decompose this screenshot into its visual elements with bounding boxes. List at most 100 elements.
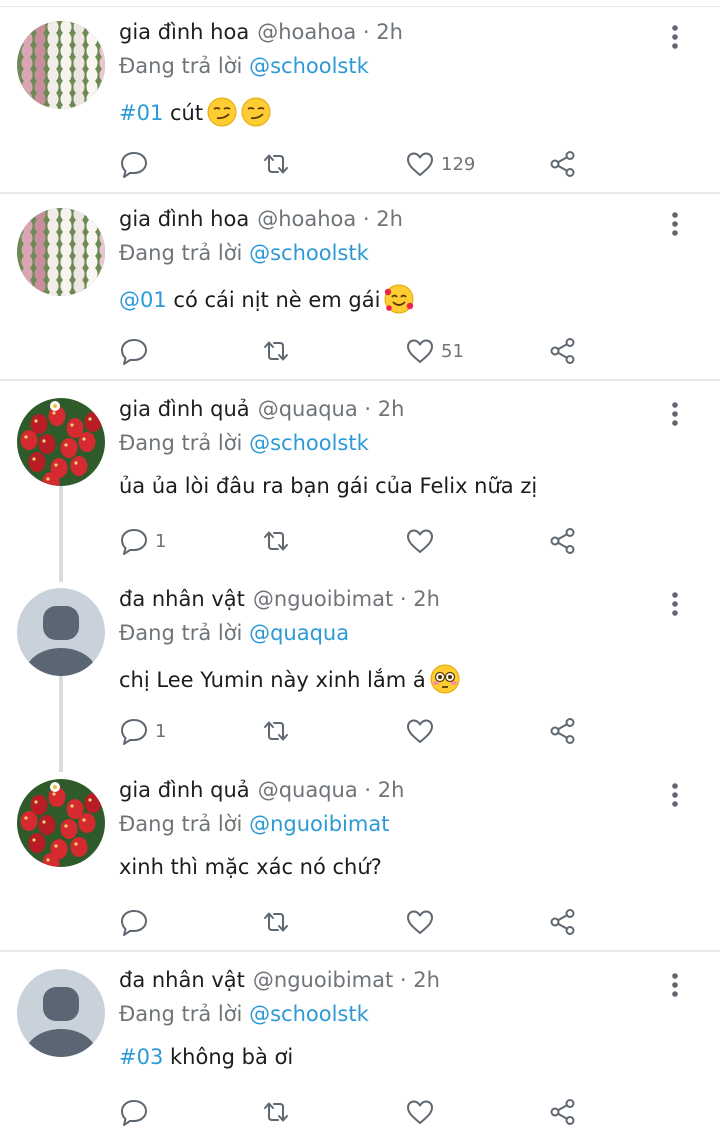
tweet-text: ủa ủa lòi đâu ra bạn gái của Felix nữa z…	[119, 474, 537, 498]
like-button[interactable]	[405, 524, 435, 558]
tweet-divider	[0, 950, 720, 952]
replying-to-handle-link[interactable]: @quaqua	[249, 621, 349, 645]
tweet-text: @01 có cái nịt nè em gái	[119, 284, 414, 314]
tweet-text: chị Lee Yumin này xinh lắm á	[119, 664, 460, 694]
avatar[interactable]	[17, 398, 105, 486]
reply-button[interactable]	[119, 147, 149, 181]
like-icon	[405, 526, 435, 556]
reply-icon	[119, 336, 149, 366]
author-name[interactable]: gia đình hoa	[119, 207, 249, 231]
author-name[interactable]: gia đình hoa	[119, 20, 249, 44]
smirk-emoji	[207, 97, 237, 127]
reply-button[interactable]	[119, 334, 149, 368]
more-options-icon[interactable]	[665, 780, 685, 810]
replying-to: Đang trả lời @schoolstk	[119, 1002, 369, 1026]
hashtag-link[interactable]: #03	[119, 1045, 163, 1069]
reply-button[interactable]: 1	[119, 714, 166, 748]
share-button[interactable]	[548, 714, 578, 748]
share-icon	[548, 907, 578, 937]
tweet-text-content: có cái nịt nè em gái	[166, 288, 381, 312]
tweet-text: #03 không bà ơi	[119, 1045, 293, 1069]
author-name[interactable]: đa nhân vật	[119, 587, 245, 611]
tweet-text-content: cút	[163, 101, 204, 125]
retweet-button[interactable]	[261, 905, 291, 939]
share-button[interactable]	[548, 147, 578, 181]
replying-to: Đang trả lời @schoolstk	[119, 54, 369, 78]
flushed-face-emoji	[430, 664, 460, 694]
share-button[interactable]	[548, 1095, 578, 1129]
tweet-header: đa nhân vật @nguoibimat · 2h	[119, 587, 440, 611]
replying-to-handle-link[interactable]: @schoolstk	[249, 431, 369, 455]
hashtag-link[interactable]: @01	[119, 288, 167, 312]
replying-to: Đang trả lời @schoolstk	[119, 431, 369, 455]
avatar[interactable]	[17, 779, 105, 867]
author-handle-time: @hoahoa · 2h	[257, 207, 403, 231]
reply-feed: gia đình hoa @hoahoa · 2h Đang trả lời @sc…	[0, 0, 720, 1133]
tweet-header: gia đình hoa @hoahoa · 2h	[119, 207, 403, 231]
author-handle-time: @hoahoa · 2h	[257, 20, 403, 44]
tweet-divider	[0, 192, 720, 194]
like-count: 129	[441, 153, 476, 175]
retweet-icon	[261, 149, 291, 179]
avatar[interactable]	[17, 208, 105, 296]
retweet-button[interactable]	[261, 147, 291, 181]
author-name[interactable]: gia đình quả	[119, 778, 250, 802]
more-options-icon[interactable]	[665, 22, 685, 52]
tweet-text-content: xinh thì mặc xác nó chứ?	[119, 855, 382, 879]
hashtag-link[interactable]: #01	[119, 101, 163, 125]
like-button[interactable]	[405, 905, 435, 939]
more-options-icon[interactable]	[665, 589, 685, 619]
tweet: gia đình hoa @hoahoa · 2h Đang trả lời @sc…	[0, 18, 720, 188]
author-name[interactable]: đa nhân vật	[119, 968, 245, 992]
tweet-divider	[0, 379, 720, 381]
tweet: đa nhân vật @nguoibimat · 2h Đang trả lời …	[0, 966, 720, 1136]
like-icon	[405, 336, 435, 366]
reply-button[interactable]: 1	[119, 524, 166, 558]
author-handle-time: @quaqua · 2h	[257, 778, 405, 802]
retweet-button[interactable]	[261, 714, 291, 748]
tweet-header: gia đình hoa @hoahoa · 2h	[119, 20, 403, 44]
reply-count: 1	[155, 530, 167, 552]
share-button[interactable]	[548, 905, 578, 939]
share-icon	[548, 336, 578, 366]
replying-to-handle-link[interactable]: @schoolstk	[249, 1002, 369, 1026]
tweet-text-content: chị Lee Yumin này xinh lắm á	[119, 668, 426, 692]
share-icon	[548, 149, 578, 179]
author-name[interactable]: gia đình quả	[119, 397, 250, 421]
avatar[interactable]	[17, 969, 105, 1057]
avatar[interactable]	[17, 21, 105, 109]
retweet-button[interactable]	[261, 1095, 291, 1129]
retweet-icon	[261, 336, 291, 366]
reply-icon	[119, 149, 149, 179]
retweet-icon	[261, 907, 291, 937]
share-button[interactable]	[548, 524, 578, 558]
tweet-header: đa nhân vật @nguoibimat · 2h	[119, 968, 440, 992]
tweet-text: xinh thì mặc xác nó chứ?	[119, 855, 382, 879]
share-icon	[548, 1097, 578, 1127]
reply-button[interactable]	[119, 1095, 149, 1129]
replying-to-handle-link[interactable]: @schoolstk	[249, 241, 369, 265]
share-button[interactable]	[548, 334, 578, 368]
like-icon	[405, 1097, 435, 1127]
replying-to: Đang trả lời @schoolstk	[119, 241, 369, 265]
like-button[interactable]: 129	[405, 147, 475, 181]
replying-to-label: Đang trả lời	[119, 621, 243, 645]
replying-to-handle-link[interactable]: @nguoibimat	[249, 812, 389, 836]
reply-button[interactable]	[119, 905, 149, 939]
reply-icon	[119, 716, 149, 746]
reply-icon	[119, 526, 149, 556]
top-divider	[0, 6, 720, 7]
like-button[interactable]	[405, 1095, 435, 1129]
retweet-button[interactable]	[261, 334, 291, 368]
more-options-icon[interactable]	[665, 970, 685, 1000]
more-options-icon[interactable]	[665, 209, 685, 239]
retweet-button[interactable]	[261, 524, 291, 558]
like-button[interactable]: 51	[405, 334, 464, 368]
replying-to-handle-link[interactable]: @schoolstk	[249, 54, 369, 78]
tweet: gia đình quả @quaqua · 2h Đang trả lời @sc…	[0, 395, 720, 565]
like-button[interactable]	[405, 714, 435, 748]
avatar[interactable]	[17, 588, 105, 676]
retweet-icon	[261, 1097, 291, 1127]
tweet-text-content: không bà ơi	[163, 1045, 294, 1069]
more-options-icon[interactable]	[665, 399, 685, 429]
